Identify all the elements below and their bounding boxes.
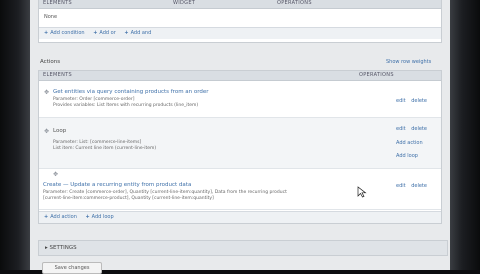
drag-handle-icon[interactable]: ✥ bbox=[44, 89, 49, 96]
loop-add-loop: Add loop bbox=[396, 153, 422, 159]
actions-table: ELEMENTS OPERATIONS ✥ Get entities via q… bbox=[38, 70, 442, 224]
delete-link[interactable]: delete bbox=[411, 183, 427, 189]
loop-operations: edit delete bbox=[396, 126, 431, 132]
plus-icon: + bbox=[44, 30, 49, 36]
action-title-link[interactable]: Get entities via query containing produc… bbox=[53, 89, 209, 95]
action-row: ✥ Get entities via query containing prod… bbox=[39, 81, 441, 118]
conditions-table: ELEMENTS WIDGET OPERATIONS None + Add con… bbox=[38, 0, 442, 43]
add-loop-link[interactable]: + Add loop bbox=[85, 214, 113, 220]
rules-edit-page: ELEMENTS WIDGET OPERATIONS None + Add con… bbox=[30, 0, 450, 270]
conditions-add-bar: + Add condition + Add or + Add and bbox=[39, 27, 441, 39]
conditions-table-header: ELEMENTS WIDGET OPERATIONS bbox=[39, 0, 441, 9]
header-operations: OPERATIONS bbox=[359, 72, 394, 78]
add-and-link[interactable]: + Add and bbox=[124, 30, 151, 36]
header-elements: ELEMENTS bbox=[43, 72, 72, 78]
action-title-link[interactable]: Create — Update a recurring entity from … bbox=[43, 182, 191, 188]
action-operations: edit delete bbox=[396, 183, 431, 189]
action-row: ✥ Loop Parameter: List: [commerce-line-i… bbox=[39, 118, 441, 169]
loop-title[interactable]: Loop bbox=[53, 128, 66, 134]
loop-add-loop-link[interactable]: Add loop bbox=[396, 153, 418, 159]
empty-text: None bbox=[44, 14, 58, 20]
header-elements: ELEMENTS bbox=[43, 0, 72, 6]
action-parameter-cont: [current-line-item:commerce-product], Qu… bbox=[43, 196, 214, 201]
action-row: ✥ Create — Update a recurring entity fro… bbox=[39, 169, 441, 210]
action-provides: Provides variables: List Items with recu… bbox=[53, 103, 199, 108]
show-row-weights-link[interactable]: Show row weights bbox=[386, 59, 431, 65]
plus-icon: + bbox=[44, 214, 49, 220]
settings-fieldset-toggle[interactable]: ▸ SETTINGS bbox=[38, 240, 448, 256]
edit-link[interactable]: edit bbox=[396, 98, 406, 104]
actions-add-bar: + Add action + Add loop bbox=[39, 211, 441, 223]
plus-icon: + bbox=[85, 214, 90, 220]
actions-table-header: ELEMENTS OPERATIONS bbox=[39, 71, 441, 81]
loop-add-action: Add action bbox=[396, 140, 427, 146]
save-changes-button[interactable]: Save changes bbox=[42, 262, 102, 274]
delete-link[interactable]: delete bbox=[411, 126, 427, 132]
action-operations: edit delete bbox=[396, 98, 431, 104]
loop-list-item: List item: Current line item (current-li… bbox=[53, 146, 157, 151]
action-parameter: Parameter: Create [commerce-order], Quan… bbox=[43, 190, 287, 195]
action-parameter: Parameter: Order [commerce-order] bbox=[53, 97, 135, 102]
add-action-link[interactable]: + Add action bbox=[44, 214, 77, 220]
edit-link[interactable]: edit bbox=[396, 126, 406, 132]
add-or-link[interactable]: + Add or bbox=[93, 30, 116, 36]
loop-add-action-link[interactable]: Add action bbox=[396, 140, 423, 146]
delete-link[interactable]: delete bbox=[411, 98, 427, 104]
header-widget: WIDGET bbox=[173, 0, 196, 6]
drag-handle-icon[interactable]: ✥ bbox=[53, 171, 58, 178]
loop-parameter: Parameter: List: [commerce-line-items] bbox=[53, 140, 142, 145]
plus-icon: + bbox=[93, 30, 98, 36]
triangle-right-icon: ▸ bbox=[45, 245, 48, 251]
actions-title: Actions bbox=[40, 59, 61, 65]
drag-handle-icon[interactable]: ✥ bbox=[44, 128, 49, 135]
plus-icon: + bbox=[124, 30, 129, 36]
add-condition-link[interactable]: + Add condition bbox=[44, 30, 85, 36]
mouse-pointer-icon bbox=[357, 186, 367, 198]
edit-link[interactable]: edit bbox=[396, 183, 406, 189]
header-operations: OPERATIONS bbox=[277, 0, 312, 6]
